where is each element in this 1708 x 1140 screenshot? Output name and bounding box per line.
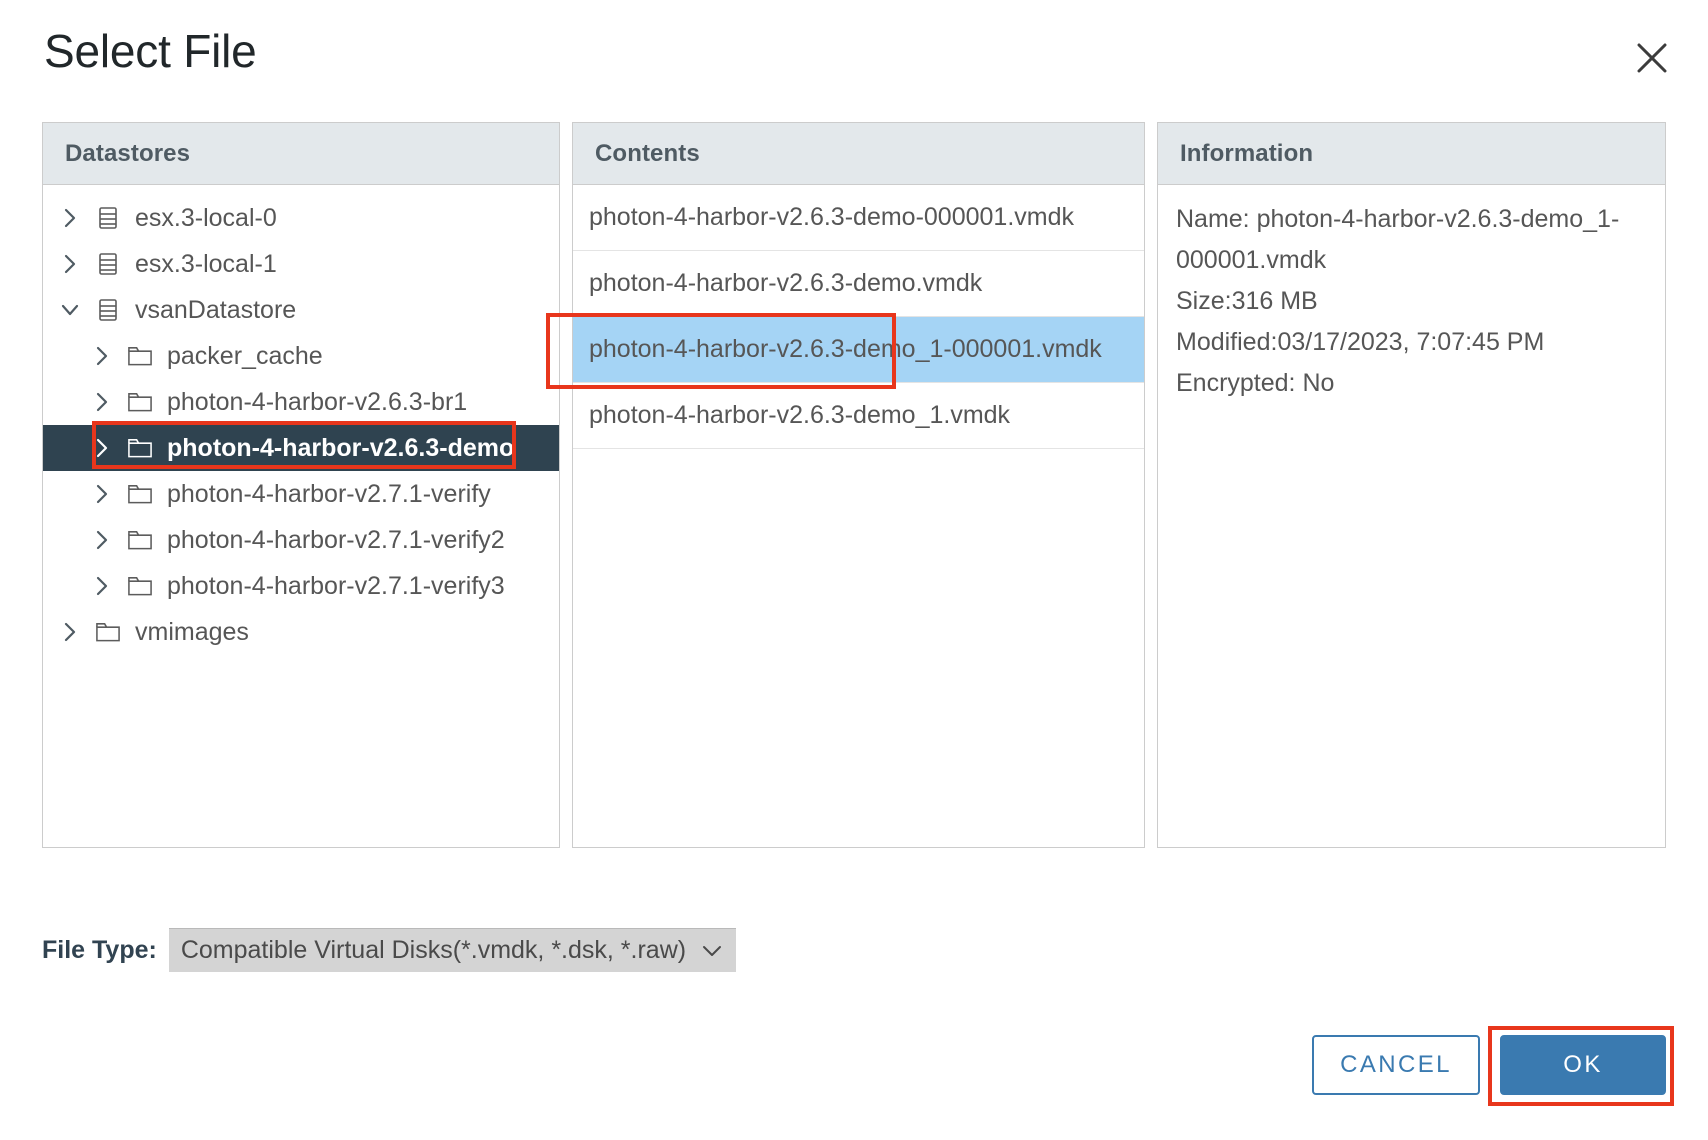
information-panel-body: Name: photon-4-harbor-v2.6.3-demo_1-0000… [1158, 185, 1665, 847]
tree-item-label: esx.3-local-0 [135, 204, 277, 232]
content-file-row[interactable]: photon-4-harbor-v2.6.3-demo_1.vmdk [573, 383, 1144, 449]
content-file-row[interactable]: photon-4-harbor-v2.6.3-demo-000001.vmdk [573, 185, 1144, 251]
content-file-row[interactable]: photon-4-harbor-v2.6.3-demo.vmdk [573, 251, 1144, 317]
datastore-icon [95, 205, 121, 231]
information-details: Name: photon-4-harbor-v2.6.3-demo_1-0000… [1158, 185, 1665, 404]
chevron-right-icon[interactable] [91, 391, 113, 413]
tree-item-photon-4-harbor-v2-7-1-verify2[interactable]: photon-4-harbor-v2.7.1-verify2 [43, 517, 559, 563]
file-type-select[interactable]: Compatible Virtual Disks(*.vmdk, *.dsk, … [168, 928, 737, 972]
tree-item-esx-3-local-0[interactable]: esx.3-local-0 [43, 195, 559, 241]
tree-item-label: packer_cache [167, 342, 323, 370]
close-icon[interactable] [1626, 32, 1678, 84]
information-panel: Information Name: photon-4-harbor-v2.6.3… [1157, 122, 1666, 848]
folder-icon [127, 481, 153, 507]
information-header-label: Information [1180, 139, 1314, 167]
tree-item-photon-4-harbor-v2-7-1-verify[interactable]: photon-4-harbor-v2.7.1-verify [43, 471, 559, 517]
folder-icon [95, 619, 121, 645]
chevron-right-icon[interactable] [91, 529, 113, 551]
datastores-panel-body[interactable]: esx.3-local-0 esx.3-local-1 vsanDatastore p… [43, 185, 559, 847]
chevron-right-icon[interactable] [91, 345, 113, 367]
chevron-down-icon [702, 944, 722, 958]
file-type-label: File Type: [42, 935, 157, 964]
tree-item-label: photon-4-harbor-v2.6.3-demo [167, 434, 515, 462]
content-file-name: photon-4-harbor-v2.6.3-demo_1-000001.vmd… [589, 335, 1102, 363]
content-file-name: photon-4-harbor-v2.6.3-demo_1.vmdk [589, 401, 1011, 429]
tree-item-label: photon-4-harbor-v2.7.1-verify3 [167, 572, 505, 600]
tree-item-label: vmimages [135, 618, 249, 646]
ok-button[interactable]: OK [1500, 1035, 1666, 1095]
tree-item-label: photon-4-harbor-v2.6.3-br1 [167, 388, 468, 416]
tree-item-packer-cache[interactable]: packer_cache [43, 333, 559, 379]
content-file-name: photon-4-harbor-v2.6.3-demo-000001.vmdk [589, 203, 1074, 231]
tree-item-label: photon-4-harbor-v2.7.1-verify2 [167, 526, 505, 554]
tree-item-photon-4-harbor-v2-6-3-br1[interactable]: photon-4-harbor-v2.6.3-br1 [43, 379, 559, 425]
tree-item-vmimages[interactable]: vmimages [43, 609, 559, 655]
datastores-panel: Datastores esx.3-local-0 esx.3-local-1 vsa… [42, 122, 560, 848]
tree-item-label: esx.3-local-1 [135, 250, 277, 278]
contents-header-label: Contents [595, 139, 700, 167]
chevron-down-icon[interactable] [59, 299, 81, 321]
information-panel-header: Information [1158, 123, 1665, 185]
folder-icon [127, 573, 153, 599]
chevron-right-icon[interactable] [91, 575, 113, 597]
chevron-right-icon[interactable] [59, 253, 81, 275]
file-type-row: File Type: Compatible Virtual Disks(*.vm… [42, 928, 737, 972]
dialog-footer: CANCEL OK [1312, 1035, 1666, 1095]
datastore-icon [95, 251, 121, 277]
folder-icon [127, 343, 153, 369]
folder-icon [127, 527, 153, 553]
file-browser-panels: Datastores esx.3-local-0 esx.3-local-1 vsa… [42, 122, 1666, 848]
datastore-icon [95, 297, 121, 323]
contents-panel-body[interactable]: photon-4-harbor-v2.6.3-demo-000001.vmdk p… [573, 185, 1144, 847]
chevron-right-icon[interactable] [91, 437, 113, 459]
dialog-titlebar: Select File [0, 0, 1708, 108]
tree-item-photon-4-harbor-v2-6-3-demo[interactable]: photon-4-harbor-v2.6.3-demo [43, 425, 559, 471]
tree-item-esx-3-local-1[interactable]: esx.3-local-1 [43, 241, 559, 287]
contents-list: photon-4-harbor-v2.6.3-demo-000001.vmdk p… [573, 185, 1144, 449]
folder-icon [127, 435, 153, 461]
contents-panel: Contents photon-4-harbor-v2.6.3-demo-000… [572, 122, 1145, 848]
cancel-button[interactable]: CANCEL [1312, 1035, 1480, 1095]
chevron-right-icon[interactable] [91, 483, 113, 505]
folder-icon [127, 389, 153, 415]
file-type-value: Compatible Virtual Disks(*.vmdk, *.dsk, … [180, 936, 687, 964]
information-line: Size:316 MB [1176, 287, 1318, 315]
information-line: Encrypted: No [1176, 369, 1335, 397]
datastores-header-label: Datastores [65, 139, 191, 167]
tree-item-label: photon-4-harbor-v2.7.1-verify [167, 480, 491, 508]
chevron-right-icon[interactable] [59, 621, 81, 643]
datastores-panel-header: Datastores [43, 123, 559, 185]
content-file-name: photon-4-harbor-v2.6.3-demo.vmdk [589, 269, 983, 297]
page-title: Select File [44, 25, 257, 77]
contents-panel-header: Contents [573, 123, 1144, 185]
content-file-row[interactable]: photon-4-harbor-v2.6.3-demo_1-000001.vmd… [573, 317, 1144, 383]
information-line: Name: photon-4-harbor-v2.6.3-demo_1-0000… [1176, 205, 1620, 274]
tree-item-vsandatastore[interactable]: vsanDatastore [43, 287, 559, 333]
tree-item-photon-4-harbor-v2-7-1-verify3[interactable]: photon-4-harbor-v2.7.1-verify3 [43, 563, 559, 609]
datastore-tree: esx.3-local-0 esx.3-local-1 vsanDatastore p… [43, 185, 559, 655]
information-line: Modified:03/17/2023, 7:07:45 PM [1176, 328, 1545, 356]
chevron-right-icon[interactable] [59, 207, 81, 229]
tree-item-label: vsanDatastore [135, 296, 297, 324]
